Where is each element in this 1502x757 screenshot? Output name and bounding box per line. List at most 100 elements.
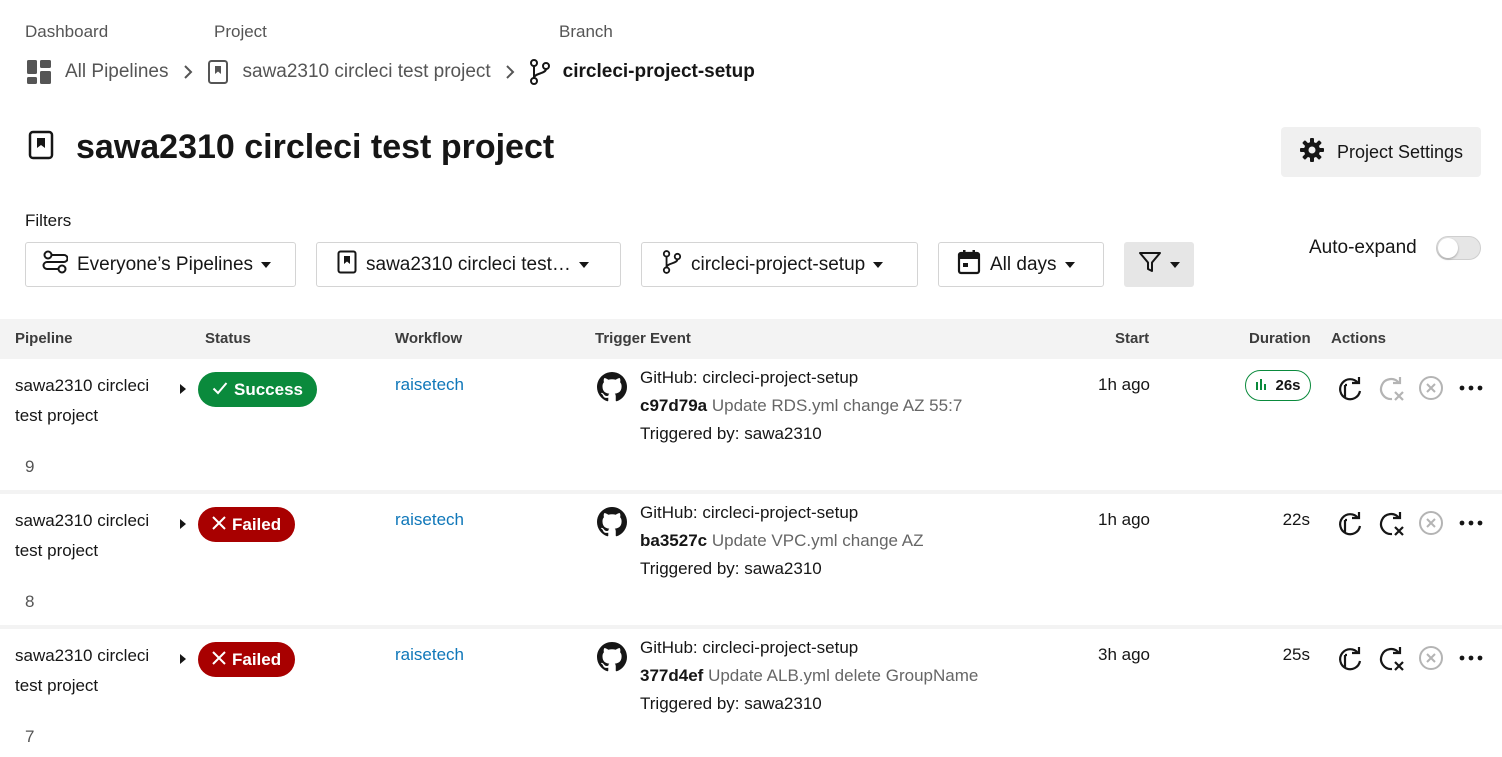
more-dots-icon[interactable]	[1458, 645, 1484, 671]
trigger-title: GitHub: circleci-project-setup	[640, 638, 859, 657]
x-icon	[212, 515, 226, 535]
header-start: Start	[1115, 330, 1150, 347]
rerun-failed-icon[interactable]	[1377, 645, 1405, 673]
auto-expand-toggle[interactable]	[1436, 236, 1481, 260]
expand-row-icon[interactable]	[180, 519, 186, 529]
dashboard-grid-icon	[25, 58, 53, 86]
pipeline-number: 7	[25, 727, 35, 746]
pipeline-name[interactable]: sawa2310 circleci test project	[15, 506, 175, 566]
advanced-filter-button[interactable]	[1124, 242, 1194, 287]
table-row[interactable]: sawa2310 circleci test project 9 Success…	[0, 359, 1502, 490]
cancel-circle-icon	[1418, 510, 1444, 536]
branch-filter-dropdown[interactable]: circleci-project-setup	[641, 242, 918, 287]
project-settings-button[interactable]: Project Settings	[1281, 127, 1481, 177]
gear-icon	[1299, 137, 1325, 168]
commit-hash[interactable]: ba3527c	[640, 531, 707, 550]
pipeline-name[interactable]: sawa2310 circleci test project	[15, 371, 175, 431]
status-badge[interactable]: Success	[198, 372, 317, 407]
github-icon	[597, 507, 627, 542]
commit-line: 377d4ef Update ALB.yml delete GroupName	[640, 666, 978, 686]
git-branch-icon	[662, 249, 682, 280]
caret-down-icon	[261, 261, 272, 268]
bar-chart-icon	[1255, 377, 1268, 394]
start-time: 1h ago	[1098, 510, 1150, 529]
duration-insights-chip[interactable]: 26s	[1245, 370, 1311, 401]
breadcrumb-caption-branch: Branch	[559, 22, 613, 41]
triggered-by: Triggered by: sawa2310	[640, 559, 822, 578]
table-row[interactable]: sawa2310 circleci test project 8 Failed …	[0, 494, 1502, 625]
workflow-link[interactable]: raisetech	[395, 510, 464, 530]
project-filter-value: sawa2310 circleci test…	[366, 253, 571, 275]
workflow-link[interactable]: raisetech	[395, 375, 464, 395]
caret-down-icon	[578, 261, 589, 268]
cancel-circle-icon	[1418, 645, 1444, 671]
pipeline-number: 9	[25, 457, 35, 476]
commit-message: Update RDS.yml change AZ 55:7	[711, 396, 963, 415]
git-branch-icon	[529, 59, 551, 85]
header-workflow: Workflow	[395, 330, 463, 347]
project-filter-dropdown[interactable]: sawa2310 circleci test…	[316, 242, 621, 287]
toggle-knob	[1438, 238, 1458, 258]
trigger-title: GitHub: circleci-project-setup	[640, 503, 859, 522]
status-badge[interactable]: Failed	[198, 507, 296, 542]
people-switch-icon	[42, 250, 69, 280]
commit-hash[interactable]: c97d79a	[640, 396, 707, 415]
breadcrumb-branch: circleci-project-setup	[562, 61, 755, 82]
page-header: sawa2310 circleci test project	[28, 128, 554, 167]
more-dots-icon[interactable]	[1458, 510, 1484, 536]
start-time: 3h ago	[1098, 645, 1150, 664]
caret-down-icon	[873, 261, 884, 268]
status-badge[interactable]: Failed	[198, 642, 296, 677]
commit-line: c97d79a Update RDS.yml change AZ 55:7	[640, 396, 962, 416]
caret-down-icon	[1170, 261, 1180, 268]
github-icon	[597, 372, 627, 407]
triggered-by: Triggered by: sawa2310	[640, 694, 822, 713]
branch-filter-value: circleci-project-setup	[691, 253, 866, 275]
pipeline-number: 8	[25, 592, 35, 611]
breadcrumb-project[interactable]: sawa2310 circleci test project	[243, 61, 491, 83]
rerun-icon[interactable]	[1336, 645, 1364, 673]
commit-hash[interactable]: 377d4ef	[640, 666, 703, 685]
cancel-circle-icon	[1418, 375, 1444, 401]
commit-line: ba3527c Update VPC.yml change AZ	[640, 531, 924, 551]
trigger-title: GitHub: circleci-project-setup	[640, 368, 859, 387]
funnel-icon	[1138, 250, 1162, 279]
status-label: Success	[234, 379, 303, 399]
triggered-by: Triggered by: sawa2310	[640, 424, 822, 443]
duration-value: 22s	[1282, 510, 1310, 529]
header-duration: Duration	[1249, 330, 1311, 347]
pipelines-owner-dropdown[interactable]: Everyone’s Pipelines	[25, 242, 296, 287]
rerun-icon[interactable]	[1336, 510, 1364, 538]
rerun-icon[interactable]	[1336, 375, 1364, 403]
breadcrumb: All Pipelines sawa2310 circleci test pro…	[25, 58, 755, 86]
bookmark-project-icon	[337, 250, 357, 280]
expand-row-icon[interactable]	[180, 384, 186, 394]
workflow-link[interactable]: raisetech	[395, 645, 464, 665]
breadcrumb-caption-dashboard: Dashboard	[25, 22, 109, 41]
expand-row-icon[interactable]	[180, 654, 186, 664]
header-trigger-event: Trigger Event	[595, 330, 691, 347]
commit-message: Update VPC.yml change AZ	[711, 531, 924, 550]
breadcrumb-all-pipelines[interactable]: All Pipelines	[65, 61, 169, 83]
auto-expand-label: Auto-expand	[1309, 237, 1417, 258]
table-row[interactable]: sawa2310 circleci test project 7 Failed …	[0, 629, 1502, 757]
header-actions: Actions	[1331, 330, 1387, 347]
days-filter-dropdown[interactable]: All days	[938, 242, 1104, 287]
calendar-icon	[957, 249, 981, 281]
chevron-right-icon	[183, 64, 193, 80]
checkmark-icon	[212, 380, 228, 400]
caret-down-icon	[1064, 261, 1075, 268]
rerun-failed-icon[interactable]	[1377, 510, 1405, 538]
github-icon	[597, 642, 627, 677]
x-icon	[212, 650, 226, 670]
chevron-right-icon	[505, 64, 515, 80]
project-settings-label: Project Settings	[1336, 141, 1464, 162]
page-title: sawa2310 circleci test project	[76, 128, 555, 166]
status-label: Failed	[232, 649, 282, 669]
status-label: Failed	[232, 514, 282, 534]
more-dots-icon[interactable]	[1458, 375, 1484, 401]
duration-value: 26s	[1275, 377, 1301, 394]
pipeline-name[interactable]: sawa2310 circleci test project	[15, 641, 175, 701]
commit-message: Update ALB.yml delete GroupName	[708, 666, 979, 685]
bookmark-project-icon	[207, 60, 229, 84]
